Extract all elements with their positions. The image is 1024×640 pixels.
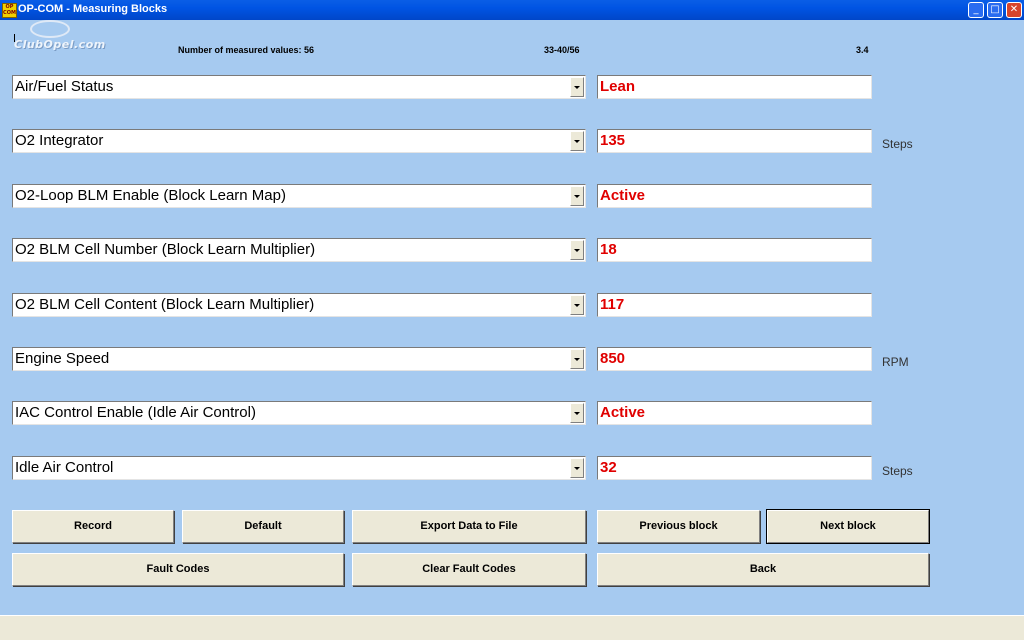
dropdown-button[interactable] — [570, 458, 584, 478]
version-label: 3.4 — [856, 45, 869, 55]
dropdown-button[interactable] — [570, 131, 584, 151]
block-range: 33-40/56 — [544, 45, 580, 55]
back-button-label: Back — [749, 563, 777, 575]
chevron-down-icon — [574, 249, 580, 252]
chevron-down-icon — [574, 412, 580, 415]
parameter-select[interactable]: Air/Fuel Status — [12, 75, 586, 99]
parameter-select[interactable]: O2 BLM Cell Content (Block Learn Multipl… — [12, 293, 586, 317]
record-button-label: Record — [74, 520, 112, 532]
unit-label: Steps — [882, 137, 913, 151]
unit-label: Steps — [882, 464, 913, 478]
parameter-name: O2-Loop BLM Enable (Block Learn Map) — [15, 187, 286, 204]
measured-value: Lean — [600, 78, 636, 95]
parameter-name: IAC Control Enable (Idle Air Control) — [15, 404, 256, 421]
chevron-down-icon — [574, 86, 580, 89]
measured-value: 135 — [600, 132, 626, 149]
parameter-name: O2 BLM Cell Number (Block Learn Multipli… — [15, 241, 316, 258]
maximize-button[interactable]: □ — [987, 2, 1003, 18]
status-bar — [0, 615, 1024, 640]
parameter-name: Idle Air Control — [15, 459, 114, 476]
parameter-select[interactable]: O2-Loop BLM Enable (Block Learn Map) — [12, 184, 586, 208]
measured-value: 18 — [600, 241, 617, 258]
chevron-down-icon — [574, 195, 580, 198]
opel-logo-icon — [30, 20, 70, 38]
parameter-select[interactable]: O2 Integrator — [12, 129, 586, 153]
watermark-logo: ClubOpel.com — [14, 38, 106, 51]
chevron-down-icon — [574, 140, 580, 143]
measured-value: 850 — [600, 350, 626, 367]
previous-block-button-label: Previous block — [639, 520, 718, 532]
value-field: 850 — [597, 347, 872, 371]
clear-fault-codes-button[interactable]: Clear Fault Codes — [352, 553, 586, 586]
app-icon: OP COM — [2, 3, 17, 18]
value-field: 135 — [597, 129, 872, 153]
chevron-down-icon — [574, 467, 580, 470]
default-button-label: Default — [244, 520, 282, 532]
record-button[interactable]: Record — [12, 510, 174, 543]
value-field: Lean — [597, 75, 872, 99]
chevron-down-icon — [574, 358, 580, 361]
measured-value: 117 — [600, 296, 625, 313]
next-block-button[interactable]: Next block — [766, 509, 930, 544]
dropdown-button[interactable] — [570, 295, 584, 315]
measured-value: 32 — [600, 459, 617, 476]
parameter-select[interactable]: O2 BLM Cell Number (Block Learn Multipli… — [12, 238, 586, 262]
title-bar: OP COM OP-COM - Measuring Blocks _ □ ✕ — [0, 0, 1024, 20]
window-title: OP-COM - Measuring Blocks — [18, 3, 168, 15]
export-data-button-label: Export Data to File — [420, 520, 518, 532]
chevron-down-icon — [574, 304, 580, 307]
value-field: 32 — [597, 456, 872, 480]
default-button[interactable]: Default — [182, 510, 344, 543]
parameter-select[interactable]: IAC Control Enable (Idle Air Control) — [12, 401, 586, 425]
parameter-name: Air/Fuel Status — [15, 78, 114, 95]
fault-codes-button-label: Fault Codes — [146, 563, 210, 575]
export-data-button[interactable]: Export Data to File — [352, 510, 586, 543]
parameter-name: Engine Speed — [15, 350, 110, 367]
dropdown-button[interactable] — [570, 403, 584, 423]
fault-codes-button[interactable]: Fault Codes — [12, 553, 344, 586]
clear-fault-codes-button-label: Clear Fault Codes — [422, 563, 516, 575]
dropdown-button[interactable] — [570, 77, 584, 97]
dropdown-button[interactable] — [570, 240, 584, 260]
dropdown-button[interactable] — [570, 186, 584, 206]
close-button[interactable]: ✕ — [1006, 2, 1022, 18]
value-field: 117 — [597, 293, 872, 317]
dropdown-button[interactable] — [570, 349, 584, 369]
back-button[interactable]: Back — [597, 553, 929, 586]
previous-block-button[interactable]: Previous block — [597, 510, 760, 543]
parameter-select[interactable]: Idle Air Control — [12, 456, 586, 480]
value-field: Active — [597, 401, 872, 425]
value-field: 18 — [597, 238, 872, 262]
measured-values-count: Number of measured values: 56 — [178, 45, 315, 55]
unit-label: RPM — [882, 355, 909, 369]
value-field: Active — [597, 184, 872, 208]
parameter-select[interactable]: Engine Speed — [12, 347, 586, 371]
next-block-button-label: Next block — [820, 520, 876, 532]
parameter-name: O2 BLM Cell Content (Block Learn Multipl… — [15, 296, 315, 313]
measured-value: Active — [600, 404, 646, 421]
minimize-button[interactable]: _ — [968, 2, 984, 18]
measured-value: Active — [600, 187, 646, 204]
parameter-name: O2 Integrator — [15, 132, 104, 149]
